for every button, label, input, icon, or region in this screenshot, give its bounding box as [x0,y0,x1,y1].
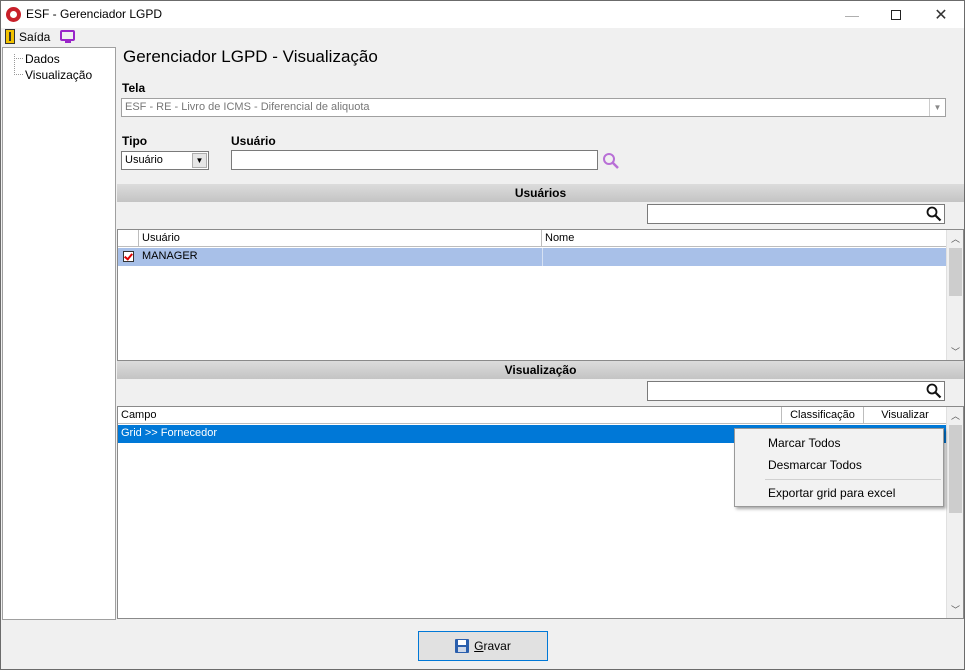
usuarios-grid-header: Usuário Nome [118,230,946,247]
maximize-icon [891,9,901,20]
scroll-down-icon[interactable]: ﹀ [947,601,964,618]
tree-item-visualizacao[interactable]: Visualização [25,68,92,82]
visualizacao-scrollbar[interactable]: ︿ ﹀ [946,407,963,618]
scroll-down-icon[interactable]: ﹀ [947,343,964,360]
usuario-label: Usuário [231,134,276,148]
row-campo: Grid >> Fornecedor [121,427,217,439]
menu-separator [765,479,941,480]
column-nome[interactable]: Nome [542,230,946,247]
tree-connector [14,58,23,59]
table-row[interactable]: MANAGER [118,248,946,266]
gravar-label: ravar [483,639,511,653]
scroll-thumb[interactable] [949,248,962,296]
column-visualizar[interactable]: Visualizar [864,407,946,424]
tipo-select[interactable]: Usuário ▼ [121,151,209,170]
visualizacao-grid-header: Campo Classificação Visualizar [118,407,946,424]
tree-connector [14,74,23,75]
visualizacao-section-header: Visualização [117,361,964,379]
page-title: Gerenciador LGPD - Visualização [123,47,378,66]
scroll-up-icon[interactable]: ︿ [947,230,964,247]
checkbox-column-header [118,230,139,247]
main-window: ESF - Gerenciador LGPD — ✕ Saída Dados V… [0,0,965,670]
search-icon[interactable] [926,206,942,222]
window-title: ESF - Gerenciador LGPD [26,7,163,21]
column-classificacao[interactable]: Classificação [782,407,864,424]
chevron-down-icon[interactable]: ▼ [929,99,945,116]
navigation-tree: Dados Visualização [2,47,116,620]
menu-item-exportar-excel[interactable]: Exportar grid para excel [768,486,895,500]
monitor-icon[interactable] [60,30,75,43]
tela-select[interactable]: ESF - RE - Livro de ICMS - Diferencial d… [121,98,946,117]
app-icon [6,7,21,22]
floppy-disk-icon [455,639,470,653]
search-icon[interactable] [926,383,942,399]
magnifier-icon[interactable] [602,152,620,170]
usuarios-scrollbar[interactable]: ︿ ﹀ [946,230,963,360]
tipo-value: Usuário [125,154,163,166]
chevron-down-icon[interactable]: ▼ [192,153,207,168]
column-campo[interactable]: Campo [118,407,782,424]
scroll-thumb[interactable] [949,425,962,513]
menu-item-desmarcar-todos[interactable]: Desmarcar Todos [768,458,862,472]
context-menu: Marcar Todos Desmarcar Todos Exportar gr… [734,428,944,507]
exit-door-icon[interactable] [5,29,15,44]
row-usuario: MANAGER [142,250,198,262]
maximize-button[interactable] [873,1,919,28]
usuarios-section-header: Usuários [117,184,964,202]
tela-value: ESF - RE - Livro de ICMS - Diferencial d… [125,101,370,113]
gravar-button[interactable]: Gravar [418,631,548,661]
close-button[interactable]: ✕ [918,1,964,28]
title-bar: ESF - Gerenciador LGPD — ✕ [1,1,964,28]
row-nome [542,248,543,266]
menu-saida[interactable]: Saída [19,30,50,44]
usuarios-filter-input[interactable] [647,204,945,224]
tipo-label: Tipo [122,134,148,148]
usuario-input[interactable] [231,150,598,170]
gravar-mnemonic: G [474,639,484,653]
minimize-button[interactable]: — [829,1,875,28]
tela-label: Tela [122,81,146,95]
menu-item-marcar-todos[interactable]: Marcar Todos [768,436,840,450]
row-checkbox[interactable] [123,251,134,262]
usuarios-grid: Usuário Nome MANAGER ︿ ﹀ [117,229,964,361]
visualizacao-filter-input[interactable] [647,381,945,401]
scroll-up-icon[interactable]: ︿ [947,407,964,424]
menu-bar: Saída [1,28,964,47]
column-usuario[interactable]: Usuário [139,230,542,247]
tree-item-dados[interactable]: Dados [25,52,60,66]
